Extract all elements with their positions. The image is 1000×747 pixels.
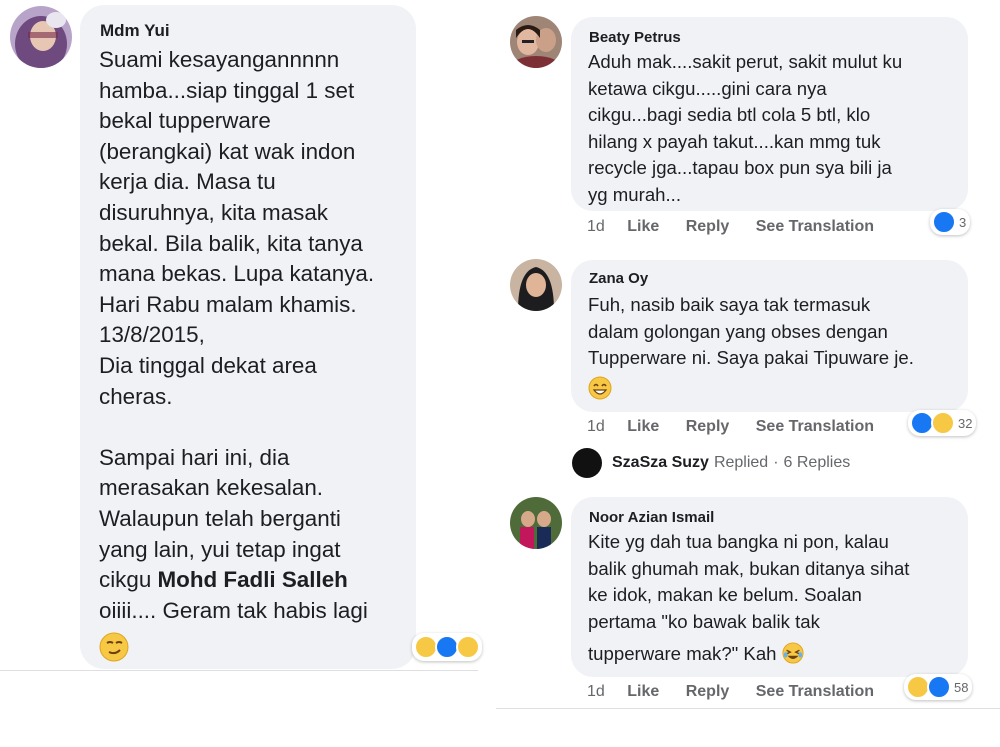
haha-reaction-icon (456, 635, 480, 659)
comment-author[interactable]: Zana Oy (589, 270, 648, 287)
comment-line: merasakan kekesalan. (99, 475, 324, 501)
like-button[interactable]: Like (627, 218, 659, 235)
comment-line: hamba...siap tinggal 1 set (99, 77, 355, 103)
smirk-emoji (99, 632, 129, 662)
replies-summary[interactable]: SzaSza Suzy Replied · 6 Replies (572, 448, 850, 478)
profile-photo (10, 6, 72, 68)
like-reaction-icon (927, 675, 951, 699)
reaction-count: 58 (954, 679, 969, 695)
comment-line: Tupperware ni. Saya pakai Tipuware je. (588, 347, 914, 368)
timestamp[interactable]: 1d (587, 683, 605, 700)
comment-bubble-beaty-petrus: Beaty Petrus Aduh mak....sakit perut, sa… (571, 17, 968, 211)
comment-line: balik ghumah mak, bukan ditanya sihat (588, 557, 910, 579)
comment-line: disuruhnya, kita masak (99, 199, 328, 225)
comment-line: Dia tinggal dekat area (99, 352, 317, 378)
reply-button[interactable]: Reply (686, 683, 730, 700)
comment-line: (berangkai) kat wak indon (99, 138, 356, 164)
avatar-zana-oy[interactable] (510, 259, 562, 311)
profile-photo (510, 497, 562, 549)
comment-actions: 1d Like Reply See Translation (587, 218, 896, 236)
comment-line: Aduh mak....sakit perut, sakit mulut ku (588, 51, 903, 72)
avatar-beaty-petrus[interactable] (510, 16, 562, 68)
comment-actions: 1d Like Reply See Translation (587, 683, 896, 701)
comment-line: 13/8/2015, (99, 322, 205, 348)
comment-bubble-noor-azian-ismail: Noor Azian Ismail Kite yg dah tua bangka… (571, 497, 968, 677)
reply-button[interactable]: Reply (686, 218, 730, 235)
reaction-count: 3 (959, 214, 967, 230)
comment-body: Aduh mak....sakit perut, sakit mulut ku k… (588, 49, 902, 208)
like-reaction-icon (932, 210, 956, 234)
comment-body: Fuh, nasib baik saya tak termasuk dalam g… (588, 292, 914, 372)
reaction-count: 32 (958, 415, 973, 431)
comment-line: yang lain, yui tetap ingat (99, 536, 341, 562)
mention-link[interactable]: Mohd Fadli Salleh (158, 567, 348, 592)
comment-line: bekal. Bila balik, kita tanya (99, 230, 363, 256)
avatar-mdm-yui[interactable] (10, 6, 72, 68)
profile-photo (510, 16, 562, 68)
comment-line: Fuh, nasib baik saya tak termasuk (588, 294, 871, 315)
comment-line: Kite yg dah tua bangka ni pon, kalau (588, 531, 889, 552)
left-comment-panel: Mdm Yui Suami kesayangannnnn hamba...siap… (0, 0, 482, 672)
comment-line: Suami kesayangannnnn (99, 47, 340, 72)
comment-line: pertama "ko bawak balik tak (588, 610, 820, 632)
comment-line: Sampai hari ini, dia (99, 444, 290, 470)
right-comment-panel: Beaty Petrus Aduh mak....sakit perut, sa… (496, 0, 1000, 710)
comment-line: recycle jga...tapau box pun sya bili ja (588, 157, 892, 178)
mention-prefix: cikgu (99, 567, 158, 592)
replied-label: Replied (713, 454, 769, 471)
comment-author[interactable]: Beaty Petrus (589, 29, 681, 46)
comment-line: dalam golongan yang obses dengan (588, 320, 888, 342)
comment-line: Hari Rabu malam khamis. (99, 291, 357, 317)
like-button[interactable]: Like (627, 418, 659, 435)
comment-line: yg murah... (588, 183, 682, 205)
comment-actions: 1d Like Reply See Translation (587, 418, 896, 436)
see-translation-button[interactable]: See Translation (756, 418, 874, 435)
reply-button[interactable]: Reply (686, 418, 730, 435)
see-translation-button[interactable]: See Translation (756, 683, 874, 700)
timestamp[interactable]: 1d (587, 418, 605, 435)
avatar-noor-azian-ismail[interactable] (510, 497, 562, 549)
comment-body: Kite yg dah tua bangka ni pon, kalau bali… (588, 529, 909, 635)
like-button[interactable]: Like (627, 683, 659, 700)
comment-last-line: oiiii.... Geram tak habis lagi (99, 598, 368, 623)
comment-bubble-zana-oy: Zana Oy Fuh, nasib baik saya tak termasu… (571, 260, 968, 412)
divider (0, 670, 478, 671)
comment-last-line: tupperware mak?" Kah (588, 641, 804, 668)
last-line-text: tupperware mak?" Kah (588, 643, 777, 664)
haha-reaction-icon (931, 411, 955, 435)
comment-author[interactable]: Mdm Yui (100, 21, 170, 41)
comment-line: Walaupun telah berganti (99, 505, 341, 531)
comment-line: ke idok, makan ke belum. Soalan (588, 584, 862, 605)
comment-line (99, 412, 409, 443)
comment-line: mana bekas. Lupa katanya. (99, 261, 375, 287)
see-translation-button[interactable]: See Translation (756, 218, 874, 235)
comment-line: ketawa cikgu.....gini cara nya (588, 77, 827, 99)
reaction-summary-left[interactable] (412, 633, 482, 661)
replier-name[interactable]: SzaSza Suzy (612, 454, 709, 472)
comment-mention-line: cikgu Mohd Fadli Salleh (99, 565, 348, 596)
comment-line: cikgu...bagi sedia btl cola 5 btl, klo (588, 104, 871, 125)
comment-author[interactable]: Noor Azian Ismail (589, 509, 714, 526)
laugh-emoji (782, 642, 804, 664)
reaction-summary[interactable]: 58 (904, 674, 973, 700)
comment-line: hilang x payah takut....kan mmg tuk (588, 130, 881, 152)
comment-line: kerja dia. Masa tu (99, 169, 276, 195)
timestamp[interactable]: 1d (587, 218, 605, 235)
comment-line: bekal tupperware (99, 108, 271, 134)
reaction-summary[interactable]: 32 (908, 410, 977, 436)
comment-body: Suami kesayangannnnn hamba...siap tinggal… (99, 45, 409, 565)
grin-emoji (588, 376, 612, 400)
reaction-summary[interactable]: 3 (930, 209, 971, 235)
avatar-szasza-suzy (572, 448, 602, 478)
comment-line: cheras. (99, 383, 173, 409)
view-replies-link[interactable]: 6 Replies (784, 454, 851, 472)
separator-dot: · (773, 454, 779, 471)
comment-bubble-mdm-yui: Mdm Yui Suami kesayangannnnn hamba...siap… (80, 5, 416, 669)
divider (496, 708, 1000, 709)
profile-photo (510, 259, 562, 311)
